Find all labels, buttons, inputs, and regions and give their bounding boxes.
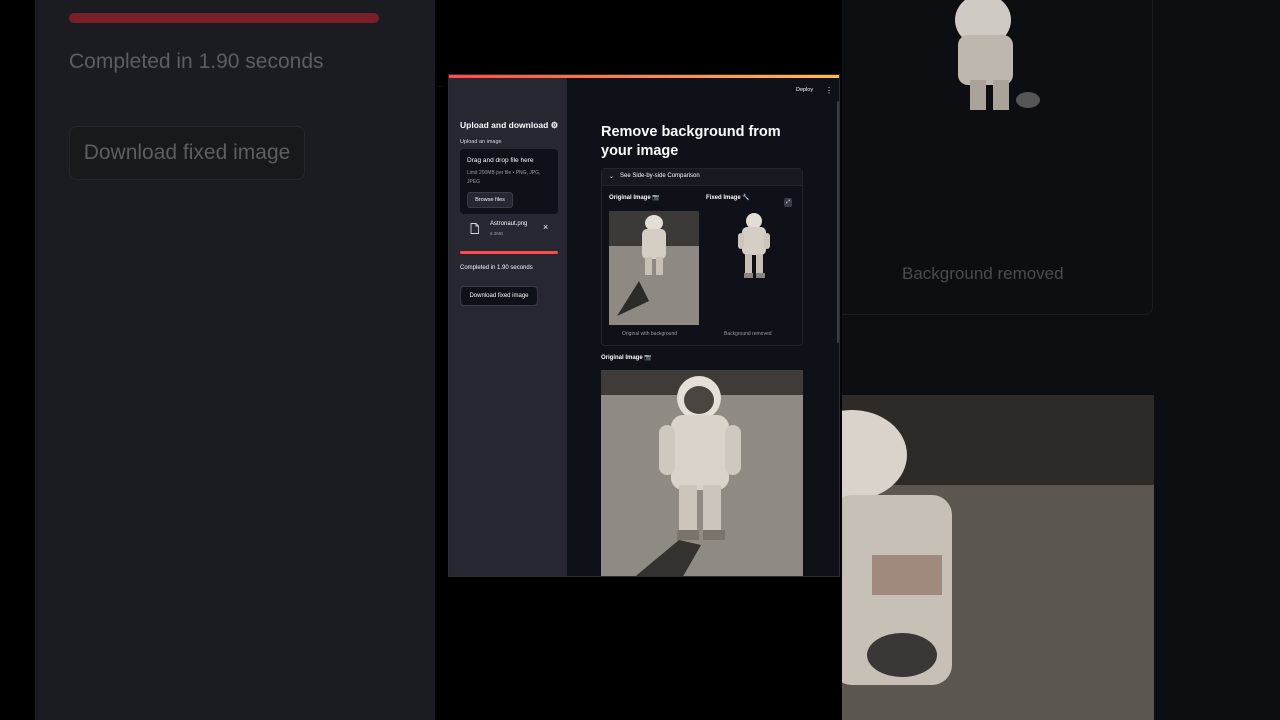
file-size: 6.3MB [490,231,504,236]
file-dropzone[interactable]: Drag and drop file here Limit 200MB per … [460,149,558,214]
background-photo [842,395,1154,720]
deploy-button[interactable]: Deploy [796,87,813,93]
remove-file-icon[interactable]: × [543,223,548,232]
uploaded-file: Astronaut.png 6.3MB × [460,220,558,238]
background-right-panel: Background removed [842,0,1280,720]
fixed-image-title: Fixed Image 🔧 [706,195,750,201]
background-comparison-card: Background removed [842,0,1153,315]
original-image-section-title: Original Image 📷 [601,355,652,361]
file-name: Astronaut.png [490,221,528,227]
background-left-panel: Completed in 1.90 seconds Download fixed… [35,0,435,720]
background-astronaut-photo [842,395,1154,720]
progress-bar [460,251,558,254]
astronaut-original-thumb [609,211,699,325]
original-image-title: Original Image 📷 [609,195,660,201]
sidebar: Upload and download ⚙ Upload an image Dr… [449,78,567,576]
fixed-image-thumbnail [726,211,784,287]
background-caption: Background removed [902,264,1064,283]
background-astronaut-image [955,0,1040,110]
sidebar-title: Upload and download ⚙ [460,120,559,130]
kebab-menu-icon[interactable]: ⋮ [825,86,833,95]
original-caption: Original with background [622,331,678,337]
page-title: Remove background from your image [601,124,781,159]
browse-files-button[interactable]: Browse files [467,192,513,208]
uploader-label: Upload an image [460,139,502,145]
comparison-expander: ⌄ See Side-by-side Comparison Original I… [601,168,803,346]
dropzone-title: Drag and drop file here [467,157,534,164]
file-icon [470,223,479,234]
background-completed-text: Completed in 1.90 seconds [69,50,324,73]
download-fixed-image-button[interactable]: Download fixed image [460,286,538,306]
background-progress-bar [69,13,379,23]
expander-header[interactable]: ⌄ See Side-by-side Comparison [602,169,802,186]
original-image-thumbnail [609,211,699,325]
expander-label: See Side-by-side Comparison [620,173,700,179]
astronaut-photo [601,370,803,576]
app-window: Upload and download ⚙ Upload an image Dr… [448,74,840,577]
dropzone-limit: Limit 200MB per file • PNG, JPG, JPEG [467,170,541,185]
chevron-down-icon: ⌄ [609,174,615,180]
fixed-caption: Background removed [724,331,772,337]
original-image-large [601,370,803,576]
main-scrollbar[interactable] [837,101,839,343]
background-download-button: Download fixed image [69,126,305,180]
status-text: Completed in 1.90 seconds [460,265,533,271]
astronaut-fixed-thumb [738,213,770,278]
fullscreen-icon[interactable]: ⤢ [784,198,792,207]
window-edge-dots: ·· [438,84,442,90]
